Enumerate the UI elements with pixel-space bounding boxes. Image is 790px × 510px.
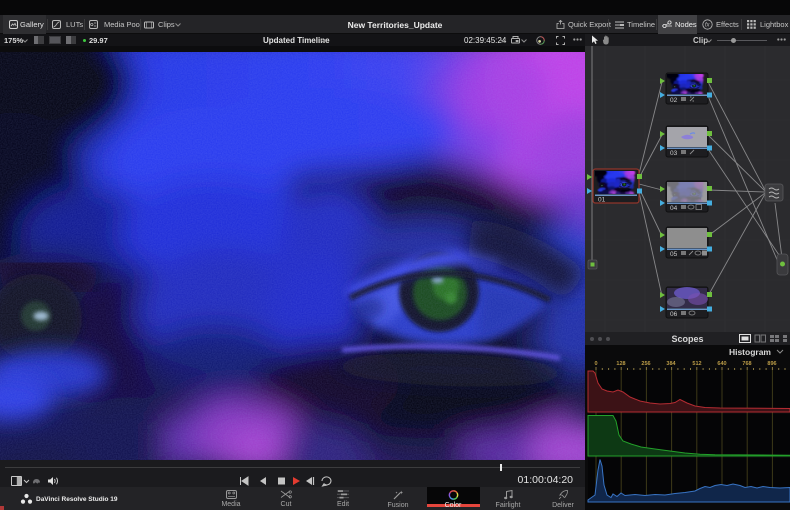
svg-text:128: 128 xyxy=(616,361,625,367)
svg-text:01: 01 xyxy=(598,197,606,204)
svg-text:256: 256 xyxy=(641,361,650,367)
svg-text:02: 02 xyxy=(670,97,678,104)
svg-text:06: 06 xyxy=(670,311,678,318)
svg-text:512: 512 xyxy=(692,361,701,367)
svg-text:Histogram: Histogram xyxy=(729,347,771,357)
svg-text:896: 896 xyxy=(767,361,776,367)
svg-text:768: 768 xyxy=(742,361,751,367)
svg-text:0: 0 xyxy=(594,361,597,367)
svg-text:03: 03 xyxy=(670,150,678,157)
svg-text:05: 05 xyxy=(670,251,678,258)
svg-text:fx: fx xyxy=(705,23,711,29)
svg-text:640: 640 xyxy=(717,361,726,367)
svg-text:384: 384 xyxy=(666,361,676,367)
svg-text:04: 04 xyxy=(670,205,678,212)
